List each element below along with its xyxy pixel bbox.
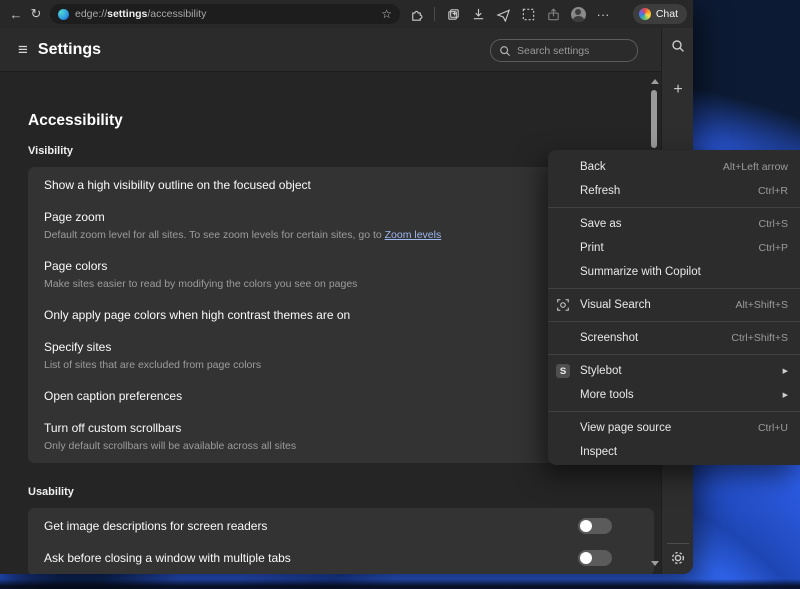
refresh-icon[interactable]: ↻ — [26, 4, 46, 24]
usability-card: Get image descriptions for screen reader… — [28, 508, 654, 574]
scrollbar-down-arrow-icon[interactable] — [651, 561, 659, 566]
toggle-image-descriptions[interactable] — [578, 518, 612, 534]
url-text[interactable]: edge://settings/accessibility — [75, 8, 375, 20]
page-title: Accessibility — [28, 112, 123, 129]
toolbar-actions: ··· — [406, 4, 613, 24]
scrollbar-thumb[interactable] — [651, 90, 657, 148]
collections-icon[interactable] — [443, 4, 463, 24]
menu-item-view-page-source[interactable]: View page source Ctrl+U — [548, 416, 800, 440]
chat-label: Chat — [655, 8, 678, 20]
settings-searchbox[interactable] — [490, 39, 638, 62]
toggle-ask-before-closing[interactable] — [578, 550, 612, 566]
back-icon[interactable]: ← — [6, 4, 26, 24]
context-menu: Back Alt+Left arrow Refresh Ctrl+R Save … — [548, 150, 800, 465]
menu-separator — [548, 288, 800, 289]
desktop: ← ↻ edge://settings/accessibility ☆ ··· … — [0, 0, 800, 589]
settings-search-input[interactable] — [517, 44, 629, 57]
copilot-chat-button[interactable]: Chat — [632, 4, 687, 24]
browser-toolbar: ← ↻ edge://settings/accessibility ☆ ··· … — [0, 0, 693, 28]
web-capture-icon[interactable] — [518, 4, 538, 24]
submenu-arrow-icon: ▶ — [782, 368, 788, 375]
sidebar-settings-gear-icon[interactable] — [666, 546, 690, 570]
more-menu-icon[interactable]: ··· — [593, 4, 613, 24]
menu-item-refresh[interactable]: Refresh Ctrl+R — [548, 179, 800, 203]
toggle-knob — [580, 552, 592, 564]
row-image-descriptions[interactable]: Get image descriptions for screen reader… — [28, 510, 654, 542]
toolbar-divider — [434, 7, 435, 21]
avatar-icon — [570, 6, 586, 22]
copilot-icon — [638, 8, 651, 20]
send-to-devices-icon[interactable] — [493, 4, 513, 24]
submenu-arrow-icon: ▶ — [782, 392, 788, 399]
scrollbar-up-arrow-icon[interactable] — [651, 79, 659, 84]
visual-search-icon — [556, 297, 580, 313]
row-ask-before-closing[interactable]: Ask before closing a window with multipl… — [28, 542, 654, 574]
share-icon[interactable] — [543, 4, 563, 24]
menu-item-print[interactable]: Print Ctrl+P — [548, 236, 800, 260]
page-zoom-subtitle: Default zoom level for all sites. To see… — [44, 229, 385, 241]
menu-item-more-tools[interactable]: More tools ▶ — [548, 383, 800, 407]
menu-item-summarize-copilot[interactable]: Summarize with Copilot — [548, 260, 800, 284]
address-bar[interactable]: edge://settings/accessibility ☆ — [50, 4, 400, 24]
menu-separator — [548, 354, 800, 355]
edge-favicon-icon — [58, 8, 69, 20]
stylebot-extension-icon: S — [556, 363, 580, 379]
toggle-knob — [580, 520, 592, 532]
favorite-star-icon[interactable]: ☆ — [381, 7, 392, 21]
menu-item-back[interactable]: Back Alt+Left arrow — [548, 155, 800, 179]
search-icon — [500, 45, 511, 56]
menu-item-screenshot[interactable]: Screenshot Ctrl+Shift+S — [548, 326, 800, 350]
url-host: settings — [107, 8, 148, 20]
sidebar-divider — [667, 543, 689, 544]
profile-avatar[interactable] — [568, 4, 588, 24]
settings-title: Settings — [37, 40, 102, 58]
sidebar-add-icon[interactable]: + — [666, 78, 690, 102]
downloads-icon[interactable] — [468, 4, 488, 24]
menu-item-inspect[interactable]: Inspect — [548, 440, 800, 464]
menu-item-save-as[interactable]: Save as Ctrl+S — [548, 212, 800, 236]
settings-header: ≡ Settings — [0, 28, 661, 72]
menu-item-stylebot[interactable]: S Stylebot ▶ — [548, 359, 800, 383]
settings-menu-icon[interactable]: ≡ — [18, 40, 28, 60]
sidebar-search-icon[interactable] — [666, 34, 690, 58]
zoom-levels-link[interactable]: Zoom levels — [385, 229, 442, 241]
menu-separator — [548, 321, 800, 322]
usability-heading: Usability — [28, 486, 74, 498]
extensions-icon[interactable] — [406, 4, 426, 24]
menu-separator — [548, 207, 800, 208]
url-prefix: edge:// — [75, 8, 108, 20]
url-path: /accessibility — [147, 8, 207, 20]
menu-item-visual-search[interactable]: Visual Search Alt+Shift+S — [548, 293, 800, 317]
menu-separator — [548, 411, 800, 412]
